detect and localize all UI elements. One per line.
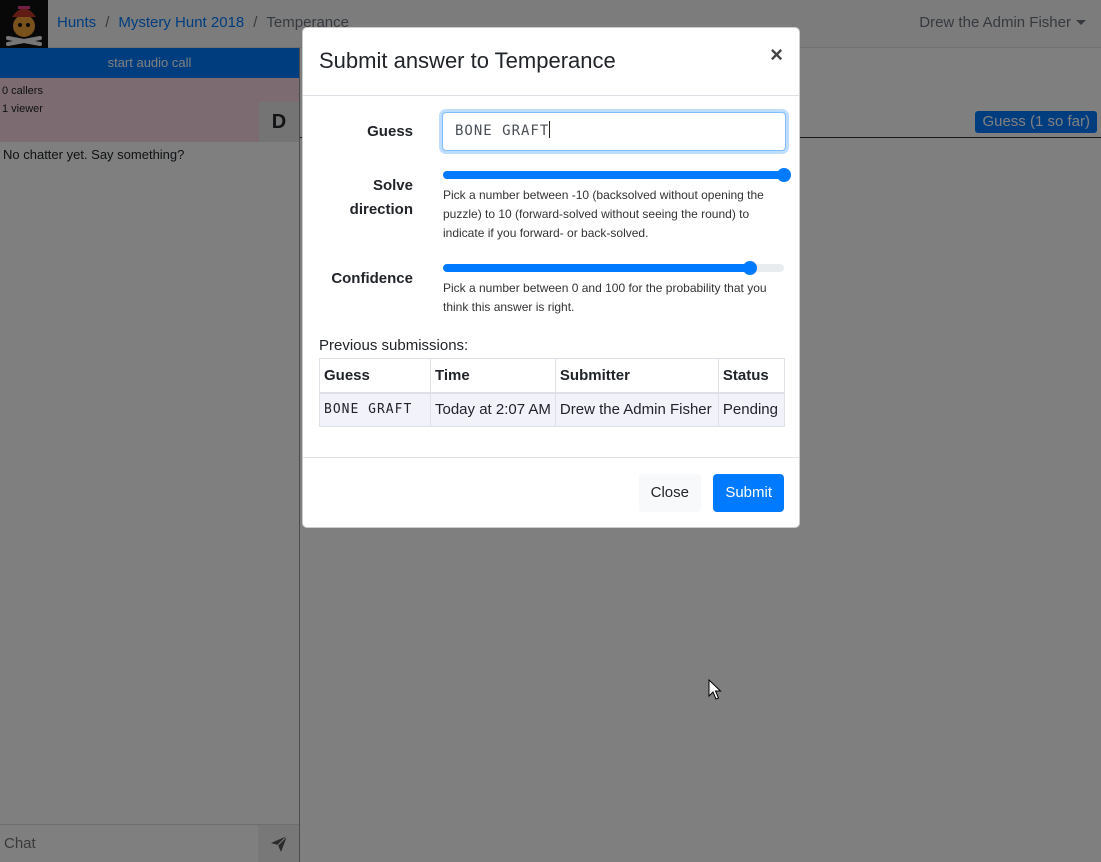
confidence-fill: [443, 264, 750, 272]
solve-direction-fill: [443, 171, 784, 179]
column-header-guess: Guess: [319, 358, 431, 394]
column-header-status: Status: [717, 358, 786, 394]
solve-direction-slider[interactable]: [443, 168, 791, 182]
modal-footer: Close Submit: [303, 457, 799, 527]
guess-input[interactable]: BONE GRAFT: [442, 112, 786, 151]
modal-title: Submit answer to Temperance: [319, 48, 616, 73]
cell-submitter: Drew the Admin Fisher: [554, 392, 719, 427]
submissions-table: Guess Time Submitter Status BONE GRAFT T…: [319, 358, 786, 427]
guess-label: Guess: [367, 123, 413, 140]
solve-direction-help: Pick a number between -10 (backsolved wi…: [443, 188, 764, 240]
submit-answer-modal: Submit answer to Temperance × Guess BONE…: [302, 27, 800, 528]
table-header-row: Guess Time Submitter Status: [319, 358, 786, 394]
previous-submissions-label: Previous submissions:: [319, 337, 469, 354]
confidence-slider[interactable]: [443, 261, 784, 275]
text-cursor: [549, 121, 551, 138]
solve-direction-label: Solve direction: [349, 177, 413, 218]
close-button[interactable]: Close: [638, 474, 701, 512]
confidence-help: Pick a number between 0 and 100 for the …: [443, 281, 767, 314]
confidence-label: Confidence: [331, 270, 413, 287]
mouse-pointer-icon: [708, 679, 722, 700]
submit-button[interactable]: Submit: [713, 474, 784, 512]
cell-guess: BONE GRAFT: [319, 392, 431, 427]
column-header-submitter: Submitter: [554, 358, 719, 394]
close-icon[interactable]: ×: [770, 42, 783, 68]
column-header-time: Time: [430, 358, 556, 394]
solve-direction-thumb[interactable]: [777, 168, 791, 182]
modal-header: Submit answer to Temperance ×: [303, 28, 799, 96]
table-row: BONE GRAFT Today at 2:07 AM Drew the Adm…: [319, 392, 786, 427]
cell-status: Pending: [717, 392, 786, 427]
confidence-thumb[interactable]: [742, 261, 757, 275]
guess-input-value: BONE GRAFT: [455, 123, 550, 139]
cell-time: Today at 2:07 AM: [430, 392, 556, 427]
